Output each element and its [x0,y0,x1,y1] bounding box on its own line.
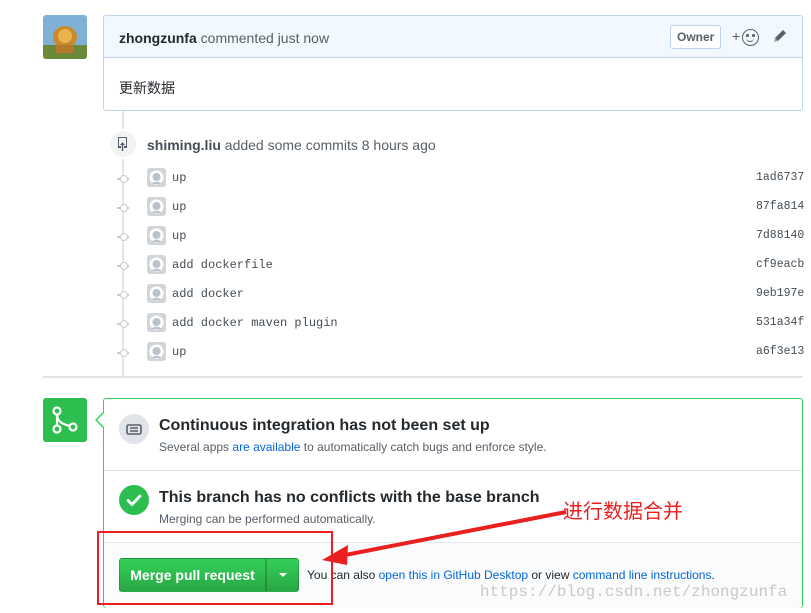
annotation-text: 进行数据合并 [563,501,683,523]
watermark: https://blog.csdn.net/zhongzunfa [480,583,788,601]
annotation-arrow [322,510,567,565]
